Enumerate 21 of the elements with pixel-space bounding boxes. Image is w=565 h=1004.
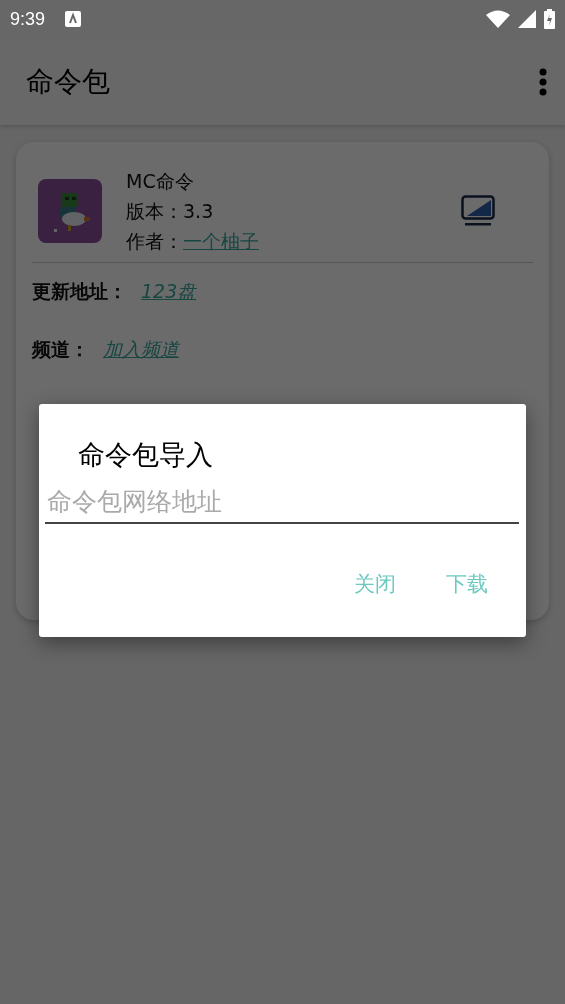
- author-label: 作者：: [126, 229, 183, 254]
- version-value: 3.3: [183, 199, 214, 224]
- wifi-icon: [486, 10, 510, 28]
- signal-icon: [518, 10, 536, 28]
- field-link[interactable]: 加入频道: [103, 337, 179, 363]
- dialog-button[interactable]: 下载: [438, 566, 496, 602]
- field-label: 频道：: [32, 337, 89, 362]
- url-input-field[interactable]: 命令包网络地址: [45, 483, 519, 524]
- battery-icon: [544, 9, 555, 29]
- version-label: 版本：: [126, 199, 183, 224]
- dialog-title: 命令包导入: [77, 438, 214, 472]
- more-icon[interactable]: [539, 67, 547, 96]
- package-name: MC命令: [126, 169, 195, 194]
- field-link[interactable]: 123盘: [141, 279, 197, 305]
- field-label: 更新地址：: [32, 279, 127, 304]
- author-link[interactable]: 一个柚子: [183, 226, 259, 256]
- status-time: 9:39: [10, 8, 46, 30]
- notification-icon: [65, 11, 82, 27]
- dialog-button[interactable]: 关闭: [346, 566, 404, 602]
- monitor-icon[interactable]: [461, 195, 495, 227]
- app-title: 命令包: [26, 63, 110, 100]
